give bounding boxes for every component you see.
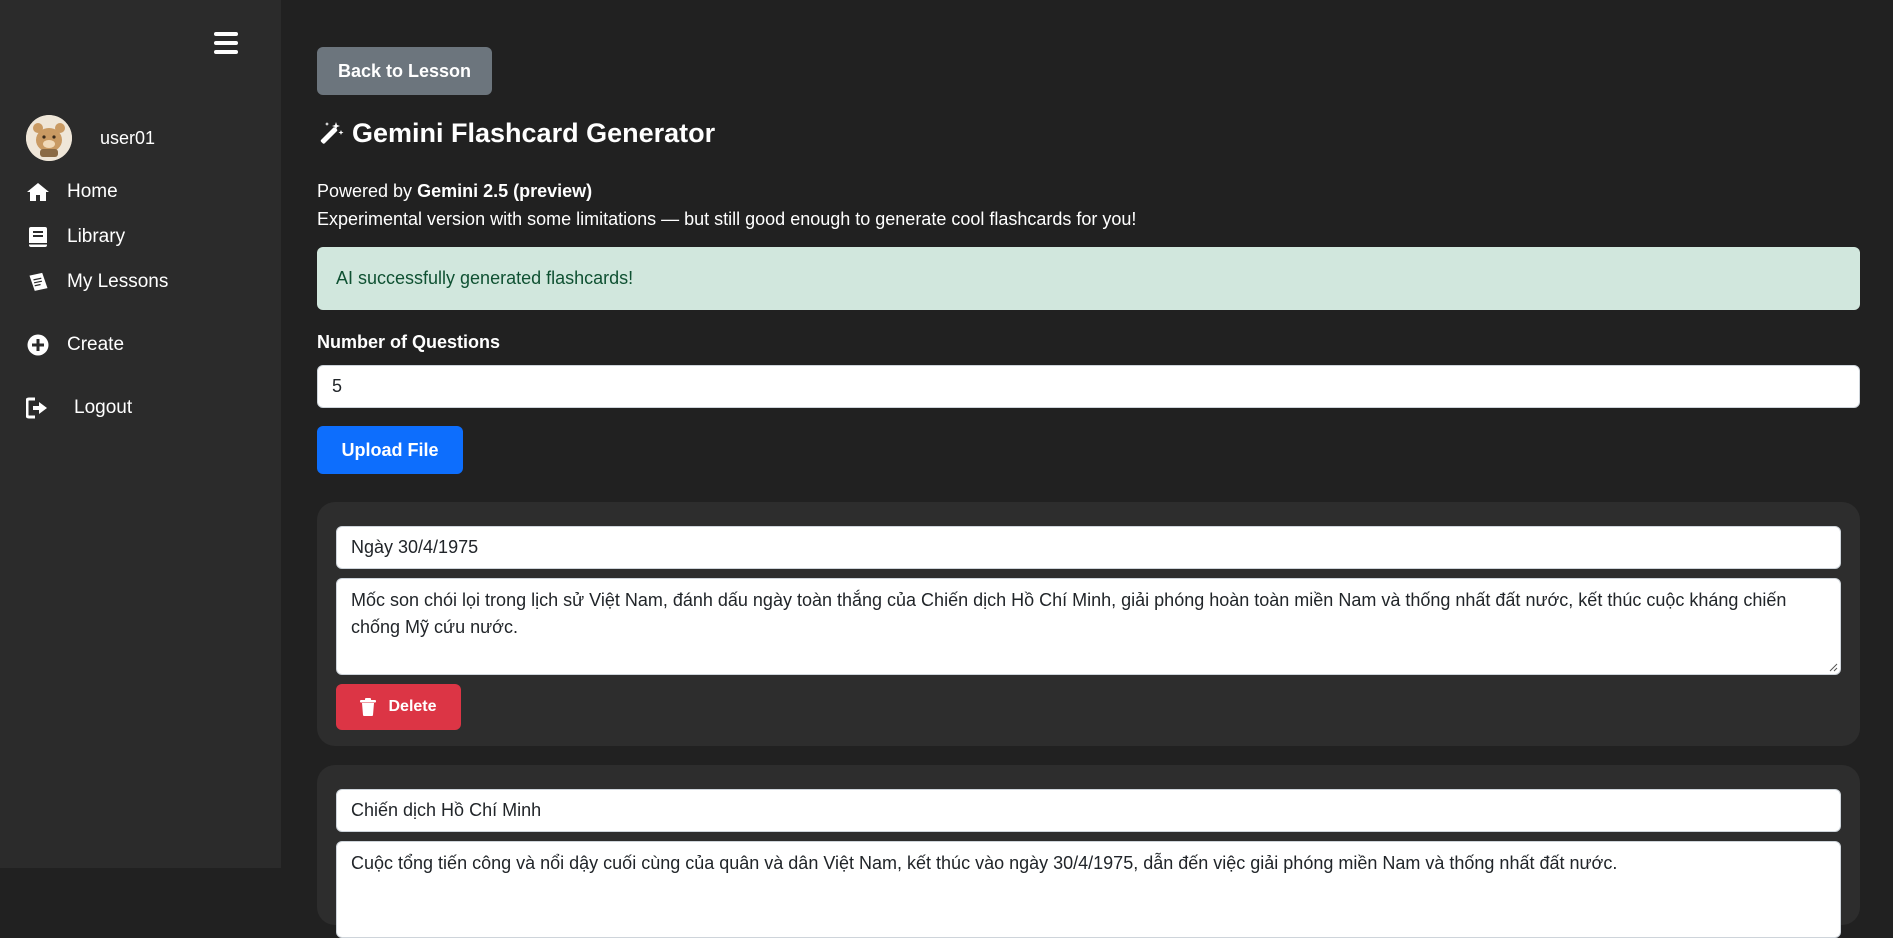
book-icon xyxy=(26,225,50,249)
powered-prefix: Powered by xyxy=(317,181,413,201)
flashcard-term-input[interactable]: Chiến dịch Hồ Chí Minh xyxy=(336,789,1841,832)
sidebar-item-library[interactable]: Library xyxy=(26,225,125,249)
upload-file-button[interactable]: Upload File xyxy=(317,426,463,474)
sidebar-item-label: Logout xyxy=(74,397,133,418)
flashcard: Chiến dịch Hồ Chí Minh Cuộc tổng tiến cô… xyxy=(317,765,1860,938)
sidebar-item-logout[interactable]: Logout xyxy=(26,396,132,420)
sidebar-item-label: My Lessons xyxy=(67,271,169,292)
user-profile[interactable]: user01 xyxy=(26,115,155,161)
flashcard-definition-textarea[interactable]: Cuộc tổng tiến công và nổi dậy cuối cùng… xyxy=(336,841,1841,938)
sidebar: user01 Home Library My Lessons Create Lo… xyxy=(0,0,281,868)
hamburger-menu-icon[interactable] xyxy=(214,32,238,54)
sidebar-item-create[interactable]: Create xyxy=(26,333,124,357)
num-questions-input[interactable]: 5 xyxy=(317,365,1860,408)
trash-icon xyxy=(360,698,377,716)
back-to-lesson-button[interactable]: Back to Lesson xyxy=(317,47,492,95)
sidebar-item-label: Library xyxy=(67,226,126,247)
magic-wand-icon xyxy=(317,120,345,148)
username: user01 xyxy=(100,127,156,148)
sidebar-item-my-lessons[interactable]: My Lessons xyxy=(26,270,168,294)
success-alert: AI successfully generated flashcards! xyxy=(317,247,1860,310)
plus-circle-icon xyxy=(26,333,50,357)
delete-button[interactable]: Delete xyxy=(336,684,461,730)
notebook-icon xyxy=(26,270,50,294)
num-questions-label: Number of Questions xyxy=(317,332,501,352)
logout-icon xyxy=(26,396,50,420)
avatar xyxy=(26,115,72,161)
home-icon xyxy=(26,180,50,204)
sidebar-item-label: Create xyxy=(67,334,125,355)
flashcard-definition-text: Mốc son chói lọi trong lịch sử Việt Nam,… xyxy=(351,590,1787,637)
page-title: Gemini Flashcard Generator xyxy=(317,118,715,149)
flashcard: Ngày 30/4/1975 Mốc son chói lọi trong lị… xyxy=(317,502,1860,746)
flashcard-definition-textarea[interactable]: Mốc son chói lọi trong lịch sử Việt Nam,… xyxy=(336,578,1841,675)
flashcard-definition-text: Cuộc tổng tiến công và nổi dậy cuối cùng… xyxy=(351,853,1618,873)
sidebar-item-label: Home xyxy=(67,181,118,202)
delete-label: Delete xyxy=(388,698,437,715)
resize-handle-icon[interactable] xyxy=(1828,662,1838,672)
sidebar-item-home[interactable]: Home xyxy=(26,180,118,204)
flashcard-term-input[interactable]: Ngày 30/4/1975 xyxy=(336,526,1841,569)
model-name: Gemini 2.5 (preview) xyxy=(417,181,593,201)
description: Experimental version with some limitatio… xyxy=(317,209,1137,229)
page-title-text: Gemini Flashcard Generator xyxy=(352,118,716,148)
powered-by-text: Powered by Gemini 2.5 (preview) Experime… xyxy=(317,177,1136,233)
